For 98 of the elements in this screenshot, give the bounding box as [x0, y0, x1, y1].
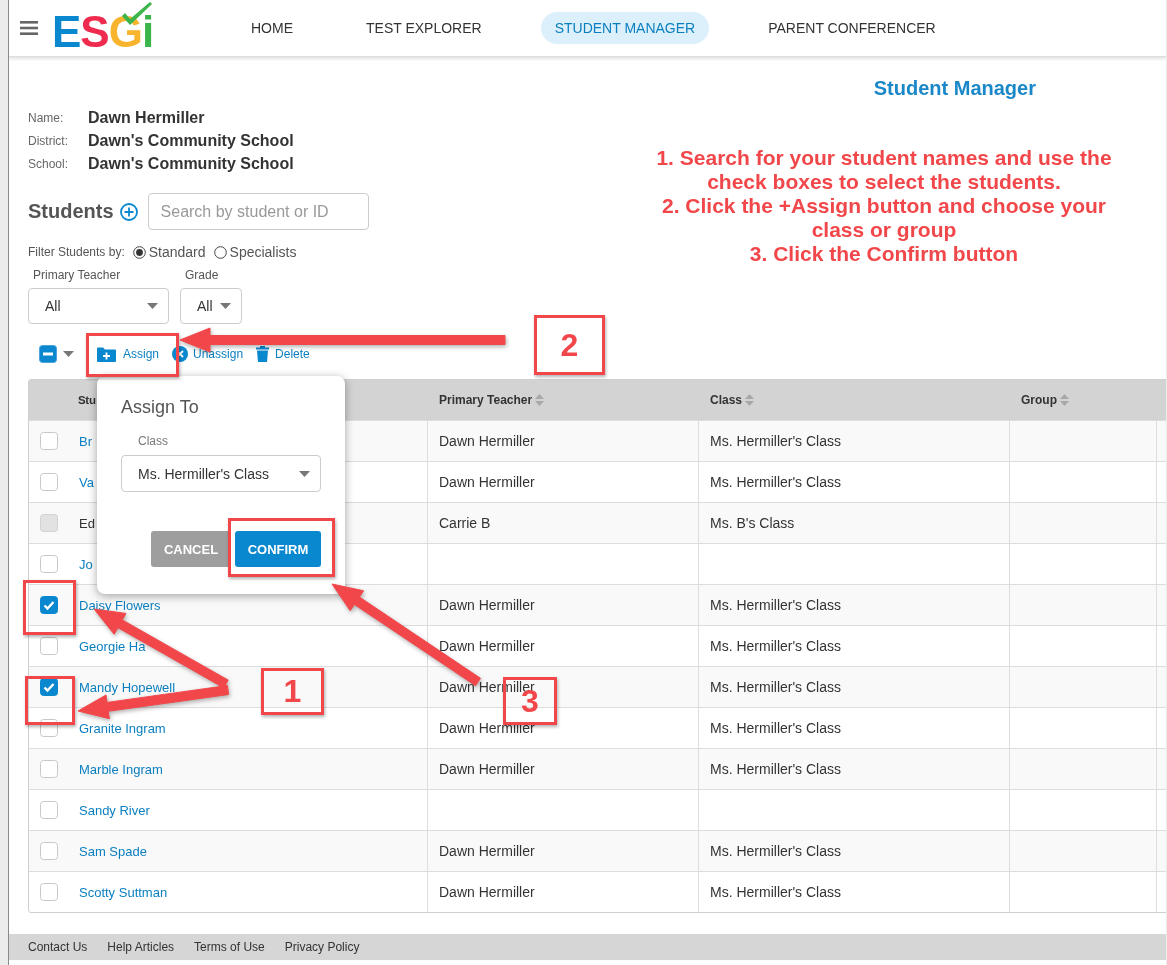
table-cell: Dawn Hermiller	[439, 433, 535, 449]
field-label: Name:	[28, 111, 65, 125]
radio-label: Specialists	[229, 244, 297, 260]
dialog-title: Assign To	[121, 397, 200, 418]
table-cell: Carrie B	[439, 515, 491, 531]
student-link[interactable]: Sandy River	[79, 802, 150, 818]
caret-icon	[299, 470, 310, 477]
class-dropdown[interactable]: Ms. Hermiller's Class	[121, 455, 321, 492]
table-cell: Ms. Hermiller's Class	[710, 679, 841, 695]
dropdown[interactable]: All	[28, 288, 169, 324]
nav-tab[interactable]: TEST EXPLORER	[352, 12, 496, 44]
checkbox[interactable]	[39, 345, 57, 363]
student-link[interactable]: Va	[79, 474, 94, 490]
step-number: 1	[261, 668, 324, 715]
field-label: Class	[138, 434, 169, 448]
checkbox[interactable]	[40, 555, 58, 573]
table-cell: Dawn Hermiller	[439, 638, 535, 654]
field-value: Dawn's Community School	[88, 154, 294, 174]
radio-button[interactable]	[213, 245, 227, 259]
footer-link[interactable]: Terms of Use	[194, 940, 265, 954]
table-cell: Ms. Hermiller's Class	[710, 597, 841, 613]
table-cell: Ms. Hermiller's Class	[710, 843, 841, 859]
student-link[interactable]: Jo	[79, 556, 93, 572]
table-cell: Ms. Hermiller's Class	[710, 761, 841, 777]
table-cell: Ms. Hermiller's Class	[710, 433, 841, 449]
highlight-box	[23, 580, 76, 635]
field-label: District:	[28, 134, 69, 148]
menu-icon[interactable]	[20, 21, 38, 35]
column-header[interactable]: Primary Teacher	[439, 393, 545, 407]
instruction-text: 1. Search for your student names and use the check boxes to select the students.	[655, 146, 1113, 194]
trash-icon	[256, 346, 270, 362]
step-number: 2	[534, 315, 605, 375]
student-link[interactable]: Sam Spade	[79, 843, 147, 859]
table-cell: Ms. Hermiller's Class	[710, 884, 841, 900]
add-icon[interactable]	[119, 202, 138, 221]
radio-label: Standard	[148, 244, 206, 260]
nav-tab[interactable]: STUDENT MANAGER	[540, 12, 710, 44]
table-cell: Dawn Hermiller	[439, 761, 535, 777]
checkbox[interactable]	[40, 432, 58, 450]
caret-icon	[147, 303, 158, 309]
table-cell: Ms. B's Class	[710, 515, 795, 531]
unassign-button[interactable]: Unassign	[172, 346, 244, 362]
filter-label: Filter Students by:	[28, 245, 125, 259]
caret-icon[interactable]	[63, 351, 74, 357]
table-cell: Dawn Hermiller	[439, 597, 535, 613]
highlight-box	[25, 676, 75, 725]
table-cell: Dawn Hermiller	[439, 474, 535, 490]
student-name: Ed	[79, 515, 95, 531]
field-value: Dawn's Community School	[88, 131, 294, 151]
cancel-button[interactable]: CANCEL	[151, 531, 231, 567]
column-header[interactable]: Class	[710, 393, 755, 407]
table-cell: Dawn Hermiller	[439, 884, 535, 900]
checkbox[interactable]	[40, 801, 58, 819]
dropdown[interactable]: All	[180, 288, 242, 324]
sort-icon[interactable]	[1060, 394, 1069, 406]
sort-icon[interactable]	[535, 394, 545, 406]
table-cell: Dawn Hermiller	[439, 720, 535, 736]
instruction-text: 2. Click the +Assign button and choose your class or group	[661, 194, 1107, 242]
student-link[interactable]: Mandy Hopewell	[79, 679, 176, 695]
table-cell: Ms. Hermiller's Class	[710, 720, 841, 736]
checkbox[interactable]	[40, 473, 58, 491]
column-header[interactable]: Group	[1021, 393, 1069, 407]
student-link[interactable]: Granite Ingram	[79, 720, 166, 736]
checkbox[interactable]	[40, 637, 58, 655]
table-cell: Dawn Hermiller	[439, 843, 535, 859]
field-label: School:	[28, 157, 70, 171]
table-cell: Ms. Hermiller's Class	[710, 474, 841, 490]
assign-button[interactable]: Assign	[97, 346, 160, 362]
dropdown-label: Primary Teacher	[32, 268, 122, 282]
student-link[interactable]: Br	[79, 433, 92, 449]
checkbox[interactable]	[40, 596, 58, 614]
nav-tab[interactable]: PARENT CONFERENCER	[754, 12, 950, 44]
section-title: Students	[28, 200, 114, 223]
footer-link[interactable]: Help Articles	[107, 940, 175, 954]
folder-plus-icon	[97, 346, 116, 362]
confirm-button[interactable]: CONFIRM	[235, 531, 321, 567]
student-link[interactable]: Daisy Flowers	[79, 597, 161, 613]
delete-button[interactable]: Delete	[256, 346, 310, 362]
column-header: Stu	[78, 394, 96, 406]
student-link[interactable]: Scotty Suttman	[79, 884, 168, 900]
caret-icon	[220, 303, 231, 309]
instruction-text: 3. Click the Confirm button	[748, 242, 1020, 266]
radio-button[interactable]	[132, 245, 146, 259]
checkbox[interactable]	[40, 883, 58, 901]
student-link[interactable]: Georgie Ha	[79, 638, 146, 654]
checkbox[interactable]	[40, 760, 58, 778]
nav-tab[interactable]: HOME	[237, 12, 307, 44]
table-cell: Ms. Hermiller's Class	[710, 638, 841, 654]
footer-link[interactable]: Privacy Policy	[284, 940, 360, 954]
close-icon	[172, 346, 189, 362]
checkbox[interactable]	[40, 842, 58, 860]
student-link[interactable]: Marble Ingram	[79, 761, 163, 777]
footer-link[interactable]: Contact Us	[28, 940, 88, 954]
field-value: Dawn Hermiller	[88, 108, 206, 128]
sort-icon[interactable]	[745, 394, 755, 406]
dropdown-label: Grade	[184, 268, 220, 282]
page-title: Student Manager	[873, 77, 1036, 100]
search-field[interactable]: Search by student or ID	[147, 193, 369, 230]
